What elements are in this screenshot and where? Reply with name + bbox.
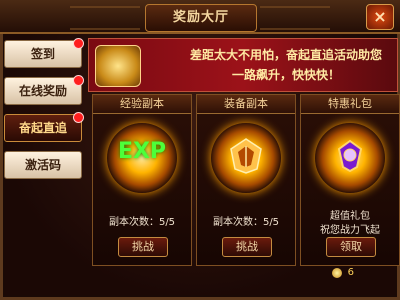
exp-emblem-icon: EXP xyxy=(117,139,167,164)
sidebar-item-label: 奋起直追 xyxy=(18,121,67,135)
sidebar-item-label: 在线奖励 xyxy=(18,84,67,98)
banner-text: 差距太大不用怕，奋起直追活动助您 一路飙升，快快快！ xyxy=(181,45,391,85)
gift-info-line-2: 祝您战力飞起 xyxy=(320,225,380,236)
dungeon-count: 副本次数：5/5 xyxy=(212,217,280,228)
card-title: 装备副本 xyxy=(197,95,295,114)
card-equipment-dungeon: 装备副本 副本次数：5/5 挑战 xyxy=(196,94,296,266)
title-ornament-left xyxy=(70,6,140,30)
sidebar-item-catch-up[interactable]: 奋起直追 xyxy=(4,112,84,142)
dungeon-count: 副本次数：5/5 xyxy=(108,217,176,228)
challenge-button[interactable]: 挑战 xyxy=(222,237,272,257)
notification-dot-icon xyxy=(73,38,84,49)
gold-reward-amount: 6 xyxy=(347,267,354,278)
notification-dot-icon xyxy=(73,75,84,86)
sidebar-item-sign-in[interactable]: 签到 xyxy=(4,38,84,68)
card-title: 特惠礼包 xyxy=(301,95,399,114)
treasure-chest-icon xyxy=(95,45,141,87)
challenge-button[interactable]: 挑战 xyxy=(118,237,168,257)
window-title: 奖励大厅 xyxy=(145,4,257,32)
sidebar-item-online-reward[interactable]: 在线奖励 xyxy=(4,75,84,105)
gift-emblem-icon xyxy=(337,139,363,173)
reward-hall-window: 奖励大厅 × 签到 在线奖励 奋起直追 激活码 差距太大不用怕，奋起直追活动助您… xyxy=(0,0,400,300)
promo-banner: 差距太大不用怕，奋起直追活动助您 一路飙升，快快快！ xyxy=(88,38,398,92)
title-ornament-right xyxy=(260,6,330,30)
card-title: 经验副本 xyxy=(93,95,191,114)
gold-coin-icon xyxy=(332,268,342,278)
card-exp-dungeon: 经验副本 EXP 副本次数：5/5 挑战 xyxy=(92,94,192,266)
sidebar-item-label: 签到 xyxy=(30,47,55,61)
equipment-emblem-icon xyxy=(230,138,262,174)
banner-line-1: 差距太大不用怕，奋起直追活动助您 xyxy=(189,48,382,62)
sidebar: 签到 在线奖励 奋起直追 激活码 xyxy=(4,38,84,188)
sidebar-item-activation-code[interactable]: 激活码 xyxy=(4,151,82,179)
claim-button[interactable]: 领取 xyxy=(326,237,376,257)
close-button[interactable]: × xyxy=(366,4,394,30)
title-bar: 奖励大厅 × xyxy=(0,0,400,34)
card-gift-pack: 特惠礼包 超值礼包 祝您战力飞起 领取 xyxy=(300,94,400,266)
banner-line-2: 一路飙升，快快快！ xyxy=(231,68,340,82)
sidebar-item-label: 激活码 xyxy=(24,158,61,172)
notification-dot-icon xyxy=(73,112,84,123)
gift-info-line-1: 超值礼包 xyxy=(330,211,370,222)
